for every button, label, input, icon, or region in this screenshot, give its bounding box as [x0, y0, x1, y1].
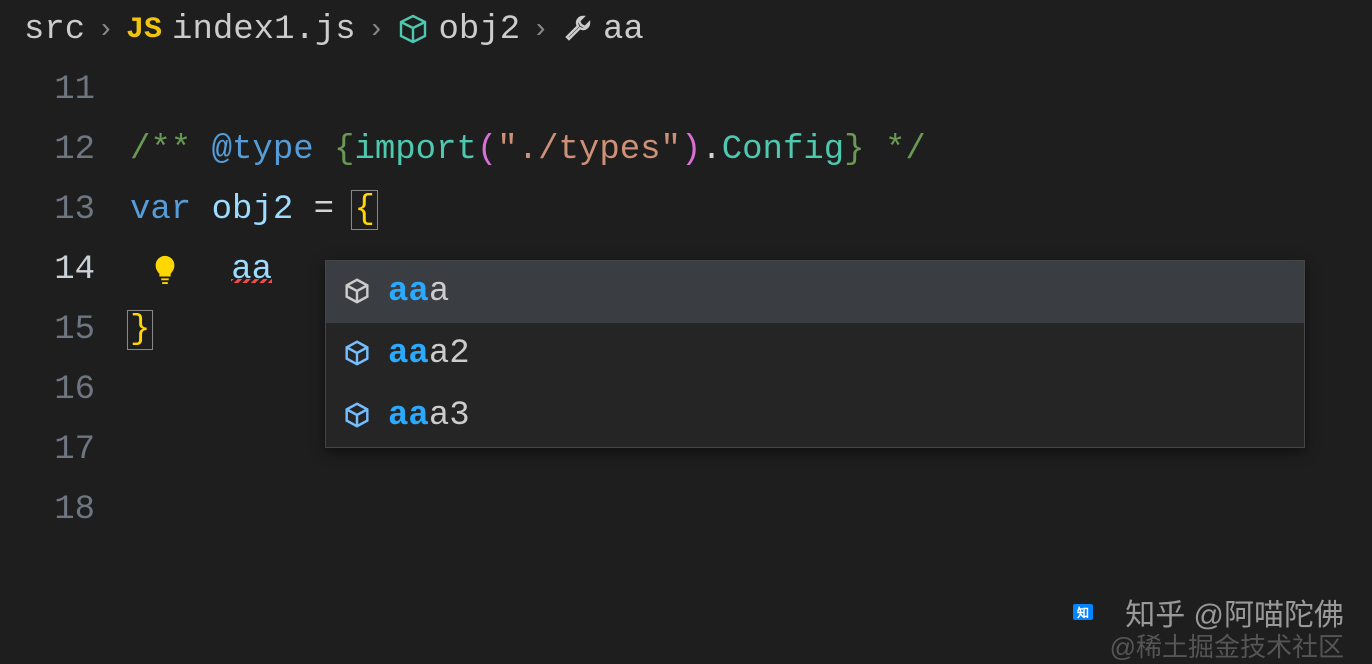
line-number-active: 14 [0, 240, 95, 300]
line-number: 17 [0, 420, 95, 480]
wrench-icon [561, 11, 593, 49]
line-number: 12 [0, 120, 95, 180]
chevron-right-icon: › [97, 15, 114, 46]
breadcrumb: src › JS index1.js › obj2 › aa [0, 0, 1372, 60]
autocomplete-item[interactable]: aaa3 [326, 385, 1304, 447]
code-line-11 [130, 60, 1372, 120]
line-number-gutter: 11 12 13 14 15 16 17 18 [0, 60, 130, 540]
autocomplete-text: aaa3 [388, 397, 470, 435]
autocomplete-item[interactable]: aaa [326, 261, 1304, 323]
field-icon [342, 273, 372, 311]
watermark-sub: @稀土掘金技术社区 [1110, 627, 1344, 664]
code-line-18 [130, 480, 1372, 540]
code-content[interactable]: /** @type {import("./types").Config} */ … [130, 60, 1372, 540]
code-line-12: /** @type {import("./types").Config} */ [130, 120, 1372, 180]
code-editor[interactable]: 11 12 13 14 15 16 17 18 /** @type {impor… [0, 60, 1372, 540]
breadcrumb-folder[interactable]: src [24, 11, 85, 49]
module-icon [397, 11, 429, 49]
autocomplete-text: aaa2 [388, 335, 470, 373]
autocomplete-item[interactable]: aaa2 [326, 323, 1304, 385]
svg-text:知: 知 [1076, 605, 1089, 620]
autocomplete-popup: aaa aaa2 [325, 260, 1305, 448]
chevron-right-icon: › [368, 15, 385, 46]
field-icon [342, 397, 372, 435]
zhihu-icon: 知 [1073, 600, 1117, 624]
field-icon [342, 335, 372, 373]
line-number: 11 [0, 60, 95, 120]
breadcrumb-file[interactable]: JS index1.js [126, 11, 356, 49]
chevron-right-icon: › [532, 15, 549, 46]
line-number: 16 [0, 360, 95, 420]
code-line-13: var obj2 = { [130, 180, 1372, 240]
js-file-icon: JS [126, 13, 162, 47]
line-number: 15 [0, 300, 95, 360]
line-number: 13 [0, 180, 95, 240]
line-number: 18 [0, 480, 95, 540]
breadcrumb-object[interactable]: obj2 [397, 11, 521, 49]
lightbulb-icon[interactable] [150, 240, 190, 300]
breadcrumb-method[interactable]: aa [561, 11, 644, 49]
autocomplete-text: aaa [388, 273, 449, 311]
